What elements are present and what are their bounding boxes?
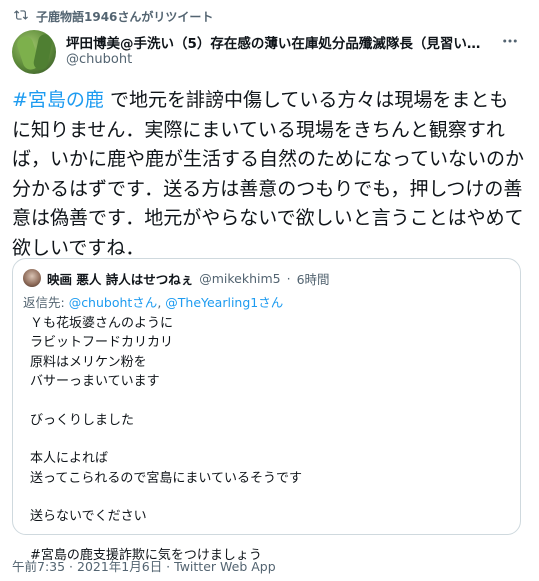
reply-mention-2[interactable]: @TheYearling1さん: [165, 295, 283, 310]
reply-mention-1[interactable]: @chubohtさん: [69, 295, 158, 310]
quoted-line: [30, 430, 500, 449]
quoted-author-handle[interactable]: @mikekhim5: [199, 271, 280, 286]
tweet-header: 坪田博美@手洗い（5）存在感の薄い在庫処分品殲滅隊長（見習い… @chuboht: [12, 30, 527, 74]
quoted-line: 送らないでください: [30, 509, 147, 525]
quoted-author-name[interactable]: 映画 悪人 詩人はせつねぇ: [47, 269, 193, 288]
retweet-icon: [14, 8, 28, 25]
hashtag-link[interactable]: #宮島の鹿: [12, 89, 104, 111]
quoted-line: バサーっまいています: [30, 374, 160, 390]
author-name[interactable]: 坪田博美@手洗い（5）存在感の薄い在庫処分品殲滅隊長（見習い…: [66, 32, 496, 52]
quoted-line: [30, 527, 500, 546]
quoted-tweet[interactable]: 映画 悪人 詩人はせつねぇ @mikekhim5 · 6時間 返信先: @chu…: [12, 258, 521, 563]
reply-prefix: 返信先:: [23, 295, 69, 310]
quoted-line: Ｙも花坂婆さんのように: [30, 316, 174, 331]
quoted-time[interactable]: 6時間: [297, 269, 330, 288]
quoted-line: ラビットフードカリカリ: [30, 335, 174, 351]
meta-separator: ·: [286, 270, 291, 286]
tweet-body: で地元を誹謗中傷している方々は現場をまともに知りません．実際にまいている現場をき…: [12, 89, 525, 259]
tweet-timestamp[interactable]: 午前7:35 · 2021年1月6日 · Twitter Web App: [12, 556, 276, 575]
quoted-tweet-header: 映画 悪人 詩人はせつねぇ @mikekhim5 · 6時間: [23, 269, 513, 287]
author-handle[interactable]: @chuboht: [66, 52, 132, 67]
quoted-line: 原料はメリケン粉を: [30, 354, 147, 370]
reply-to: 返信先: @chubohtさん, @TheYearling1さん: [23, 292, 283, 311]
quoted-line: 送ってこられるので宮島にまいているそうです: [30, 470, 302, 486]
quoted-line: [30, 391, 500, 410]
quoted-author-avatar[interactable]: [23, 269, 41, 287]
author-avatar[interactable]: [12, 30, 56, 74]
quoted-line: [30, 488, 500, 507]
quoted-tweet-text: Ｙも花坂婆さんのように ラビットフードカリカリ 原料はメリケン粉を バサーっまい…: [30, 314, 500, 565]
retweet-indicator[interactable]: 子鹿物語1946さんがリツイート: [14, 6, 213, 26]
retweet-label: 子鹿物語1946さんがリツイート: [36, 9, 214, 24]
more-icon[interactable]: [499, 32, 521, 50]
quoted-line: びっくりしました: [30, 412, 135, 428]
quoted-line: 本人によれば: [30, 451, 109, 467]
tweet-text: #宮島の鹿 で地元を誹謗中傷している方々は現場をまともに知りません．実際にまいて…: [12, 86, 527, 264]
